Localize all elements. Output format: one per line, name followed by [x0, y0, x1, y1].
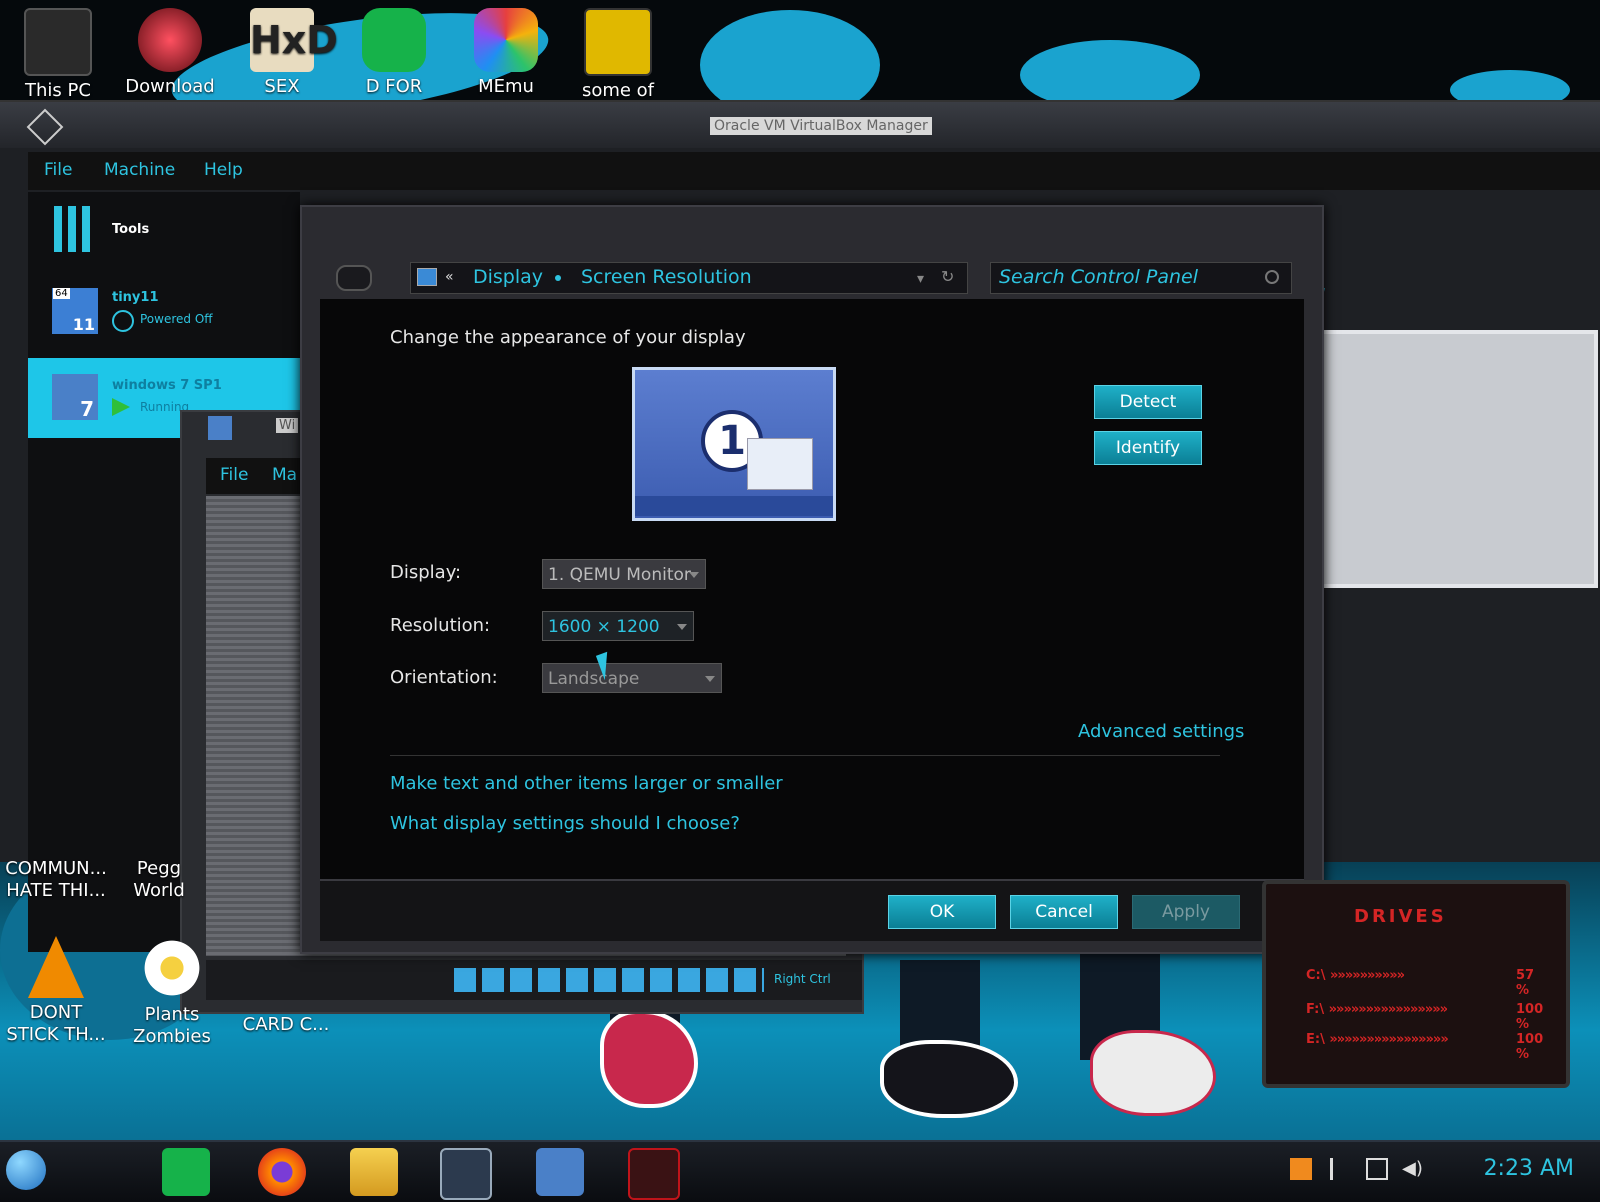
windows-7-vm-icon[interactable]: [536, 1148, 584, 1196]
desktop-icon-d-for[interactable]: D FOR: [344, 8, 444, 98]
advanced-settings-link[interactable]: Advanced settings: [1078, 721, 1244, 742]
power-off-icon: [112, 310, 134, 332]
flag-icon[interactable]: [1330, 1158, 1355, 1180]
app-tray-icon[interactable]: [1290, 1158, 1312, 1180]
vm-name: windows 7 SP1: [112, 378, 222, 393]
page-heading: Change the appearance of your display: [390, 327, 746, 348]
status-icons[interactable]: [454, 968, 764, 992]
desktop-icon-dont-stick[interactable]: DONT STICK TH...: [0, 936, 112, 1046]
skull-icon: [138, 8, 202, 72]
hxd-icon: HxD: [250, 8, 338, 72]
virtualbox-icon: [26, 108, 64, 146]
vm-state: Powered Off: [140, 312, 213, 326]
vm-preview-thumbnail: [1318, 330, 1598, 588]
volume-icon[interactable]: ◀): [1402, 1158, 1424, 1180]
search-input[interactable]: Search Control Panel: [999, 266, 1198, 288]
file-explorer-icon[interactable]: [350, 1148, 398, 1196]
dog-icon: [584, 8, 652, 76]
desktop-icon-sex[interactable]: HxD SEX: [232, 8, 338, 98]
screen-resolution-dialog[interactable]: « Display Screen Resolution ▾ ↻ Search C…: [300, 205, 1324, 954]
cancel-button[interactable]: Cancel: [1010, 895, 1118, 929]
memu-icon: [474, 8, 538, 72]
desktop-icon-download[interactable]: Download: [120, 8, 220, 98]
display-grid-icon: [747, 438, 813, 490]
resolution-select[interactable]: 1600 × 1200: [542, 611, 694, 641]
desktop-icon-memu[interactable]: MEmu: [456, 8, 556, 98]
vm-window-title: Wi: [276, 418, 299, 433]
detect-button[interactable]: Detect: [1094, 385, 1202, 419]
desktop-icon-card[interactable]: CARD C...: [230, 1014, 342, 1036]
vm-status-bar: Right Ctrl: [206, 960, 862, 1000]
host-key-label: Right Ctrl: [774, 972, 831, 986]
windows-7-icon: 7: [52, 374, 98, 421]
monitor-preview[interactable]: 1: [632, 367, 836, 521]
tools-icon: [54, 206, 94, 252]
monitor-taskbar: [635, 496, 833, 516]
windows-7-icon: [208, 416, 232, 440]
menu-help[interactable]: Help: [204, 160, 243, 180]
chevron-down-icon: [689, 572, 699, 578]
breadcrumb-separator: [555, 275, 561, 281]
orientation-select[interactable]: Landscape: [542, 663, 722, 693]
window-titlebar[interactable]: Oracle VM VirtualBox Manager: [0, 102, 1600, 148]
orientation-label: Orientation:: [390, 667, 498, 688]
display-select[interactable]: 1. QEMU Monitor: [542, 559, 706, 589]
content-area: Change the appearance of your display 1 …: [320, 299, 1304, 879]
desktop-icon-pegg-world[interactable]: Pegg World: [116, 858, 202, 902]
drives-widget-icon[interactable]: [628, 1148, 680, 1200]
vm-name: tiny11: [112, 290, 159, 305]
start-button-icon[interactable]: [6, 1150, 46, 1190]
chevron-down-icon: [705, 676, 715, 682]
address-bar[interactable]: « Display Screen Resolution ▾ ↻: [410, 262, 968, 294]
desktop-icon-this-pc[interactable]: This PC: [8, 8, 108, 102]
computer-icon: [24, 8, 92, 76]
running-arrow-icon: [112, 398, 130, 416]
tools-label: Tools: [112, 222, 150, 237]
text-size-link[interactable]: Make text and other items larger or smal…: [390, 773, 783, 794]
display-label: Display:: [390, 562, 462, 583]
menu-machine[interactable]: Ma: [272, 465, 297, 485]
breadcrumb-screen-resolution[interactable]: Screen Resolution: [581, 266, 752, 288]
drive-row-e: E:\ »»»»»»»»»»»»»»»» 100 %: [1306, 1032, 1544, 1062]
window-title: Oracle VM VirtualBox Manager: [710, 117, 932, 135]
drive-row-f: F:\ »»»»»»»»»»»»»»»» 100 %: [1306, 1002, 1544, 1032]
desktop-icon-commun[interactable]: COMMUN... HATE THI...: [0, 858, 112, 902]
notes-icon: [362, 8, 426, 72]
dialog-footer: OK Cancel Apply: [320, 879, 1304, 941]
tools-item[interactable]: Tools: [28, 192, 300, 272]
drive-row-c: C:\ »»»»»»»»»» 57 %: [1306, 968, 1535, 998]
ok-button[interactable]: OK: [888, 895, 996, 929]
apply-button[interactable]: Apply: [1132, 895, 1240, 929]
firefox-icon[interactable]: [258, 1148, 306, 1196]
search-icon: [1265, 270, 1279, 284]
identify-button[interactable]: Identify: [1094, 431, 1202, 465]
64bit-badge: 64: [53, 288, 70, 299]
chevron-down-icon: [677, 624, 687, 630]
notes-icon[interactable]: [162, 1148, 210, 1196]
virtualbox-icon[interactable]: [440, 1148, 492, 1200]
back-forward-icon[interactable]: [336, 265, 372, 291]
flower-icon: [140, 936, 204, 1000]
network-icon[interactable]: [1366, 1158, 1388, 1180]
clock[interactable]: 2:23 AM: [1484, 1156, 1574, 1181]
breadcrumb-display[interactable]: Display: [473, 266, 543, 288]
refresh-icon[interactable]: ↻: [941, 267, 954, 286]
taskbar: ◀) 2:23 AM: [0, 1140, 1600, 1202]
display-help-link[interactable]: What display settings should I choose?: [390, 813, 740, 834]
drives-widget: DRIVES C:\ »»»»»»»»»» 57 % F:\ »»»»»»»»»…: [1262, 880, 1570, 1088]
chevron-down-icon[interactable]: ▾: [917, 271, 924, 287]
menu-file[interactable]: File: [44, 160, 72, 180]
control-panel-icon: [417, 268, 437, 286]
menu-machine[interactable]: Machine: [104, 160, 175, 180]
vm-item-tiny11[interactable]: 11 64 tiny11 Powered Off: [28, 274, 300, 354]
resolution-label: Resolution:: [390, 615, 491, 636]
desktop-icon-plants-zombies[interactable]: Plants Zombies: [116, 936, 228, 1048]
drives-title: DRIVES: [1354, 906, 1447, 927]
menu-bar: File Machine Help: [28, 152, 1600, 190]
search-control-panel[interactable]: Search Control Panel: [990, 262, 1292, 294]
vlc-cone-icon: [28, 936, 84, 998]
menu-file[interactable]: File: [220, 465, 248, 485]
divider: [390, 755, 1220, 756]
